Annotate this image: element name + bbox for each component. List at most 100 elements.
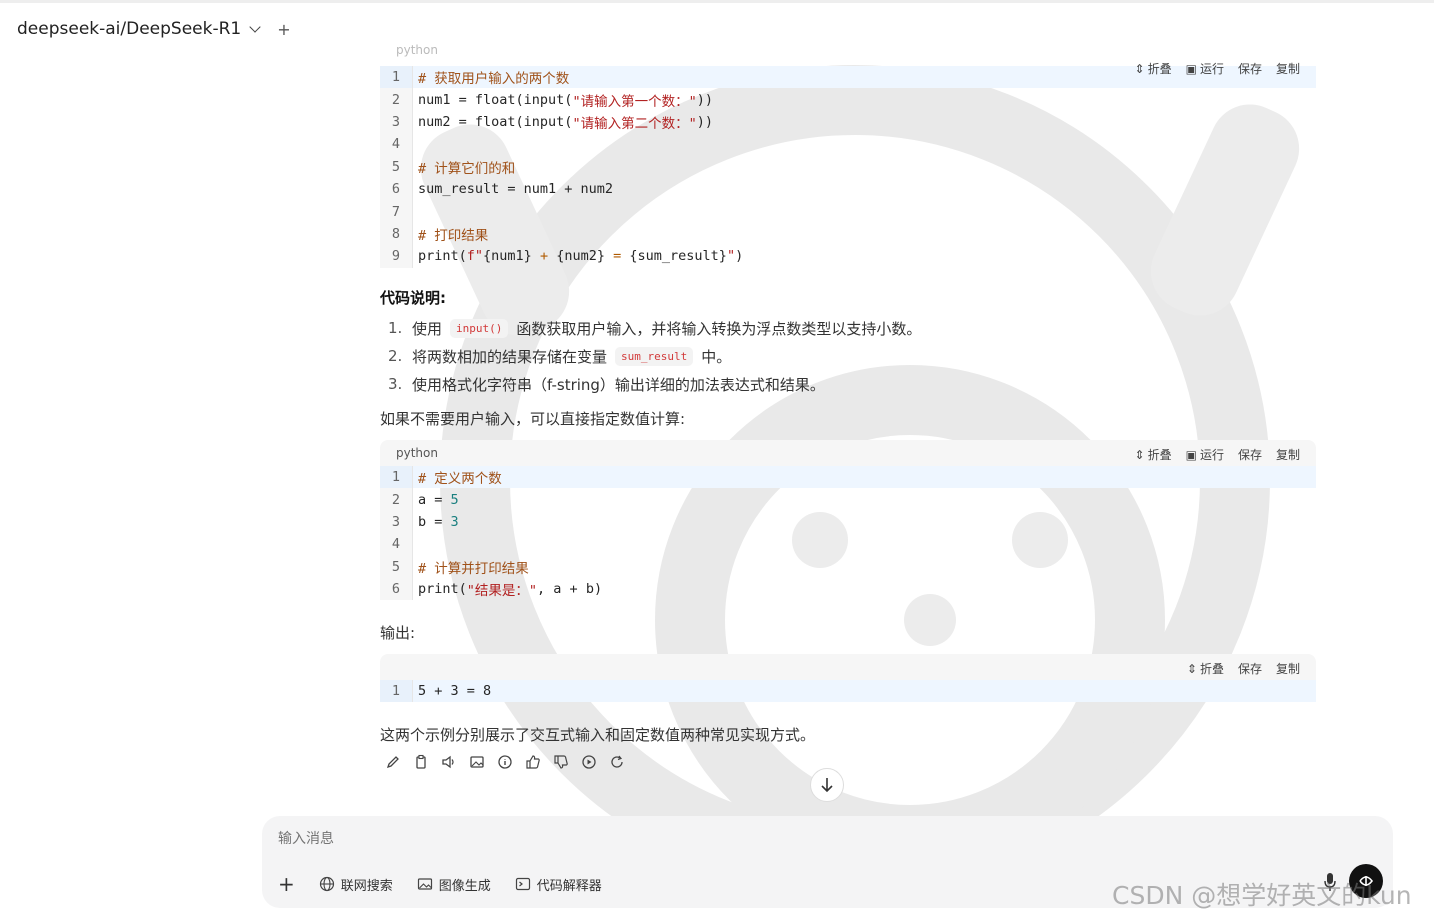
web-search-button[interactable]: 联网搜索 (319, 875, 393, 894)
copy-button[interactable]: 复制 (1276, 60, 1300, 77)
chevron-down-icon[interactable] (249, 20, 261, 33)
paragraph: 这两个示例分别展示了交互式输入和固定数值两种常见实现方式。 (380, 726, 816, 744)
code-block-header: python ⇕ 折叠 ▣ 运行 保存 复制 (380, 40, 1316, 76)
scroll-to-bottom-button[interactable] (810, 768, 844, 802)
thumbs-up-icon[interactable] (525, 754, 541, 770)
code-token: , a + b) (537, 581, 603, 598)
code-block-1: python ⇕ 折叠 ▣ 运行 保存 复制 1 # 获取用户输入的两个数 2 num1 … (380, 40, 1316, 268)
line-number: 5 (380, 155, 412, 178)
code-text: num1 = float(input("请输入第一个数：")) (412, 88, 1316, 111)
code-actions: ⇕ 折叠 保存 复制 (1187, 660, 1300, 677)
globe-icon (319, 876, 334, 892)
code-text: a = 5 (412, 488, 1316, 511)
message-input[interactable] (278, 830, 1178, 846)
line-number: 1 (380, 466, 412, 489)
code-line: 9 print(f" {num1} + {num2} = {sum_result} "… (380, 245, 1316, 268)
code-line: 5 # 计算它们的和 (380, 155, 1316, 178)
code-token: print( (418, 581, 467, 598)
speaker-icon[interactable] (441, 754, 457, 770)
fold-button[interactable]: ⇕ 折叠 (1135, 446, 1172, 463)
code-token: # 获取用户输入的两个数 (418, 71, 570, 88)
fold-button[interactable]: ⇕ 折叠 (1187, 660, 1224, 677)
terminal-icon (515, 877, 530, 891)
new-chat-plus-icon[interactable]: + (277, 20, 290, 39)
csdn-watermark: CSDN @想学好英文的kun (1112, 881, 1412, 910)
save-button[interactable]: 保存 (1238, 60, 1262, 77)
code-token: )) (696, 91, 713, 108)
code-line: 4 (380, 533, 1316, 556)
code-text: print(f" {num1} + {num2} = {sum_result} ") (412, 245, 1316, 268)
image-icon[interactable] (469, 754, 485, 770)
code-body[interactable]: 1 # 定义两个数 2 a = 53b = 3 4 5 # 计算并打印结果 6 print("结… (380, 466, 1316, 601)
image-generation-button[interactable]: 图像生成 (417, 875, 491, 894)
code-body[interactable]: 1 # 获取用户输入的两个数 2 num1 = float(input("请输入第一个… (380, 66, 1316, 268)
code-token: + (539, 248, 549, 265)
fold-button[interactable]: ⇕ 折叠 (1135, 60, 1172, 77)
line-number: 3 (380, 110, 412, 134)
code-text: sum_result = num1 + num2 (412, 177, 1316, 201)
thumbs-down-icon[interactable] (553, 754, 569, 770)
refresh-icon[interactable] (609, 754, 625, 770)
model-selector[interactable]: deepseek-ai/DeepSeek-R1 (17, 19, 241, 39)
line-number: 7 (380, 200, 412, 223)
composer-tools: + 联网搜索 图像生成 代码解释器 (278, 872, 602, 896)
fold-icon: ⇕ (1186, 661, 1197, 676)
run-button[interactable]: ▣ 运行 (1186, 446, 1224, 463)
code-actions: ⇕ 折叠 ▣ 运行 保存 复制 (1135, 60, 1300, 77)
code-token: 5 (450, 491, 459, 508)
copy-icon[interactable] (413, 754, 429, 770)
code-line: 7 (380, 200, 1316, 223)
line-number: 2 (380, 488, 412, 511)
copy-button[interactable]: 复制 (1276, 446, 1300, 463)
code-text: # 计算并打印结果 (412, 555, 1316, 578)
code-text (412, 133, 1316, 156)
code-text: b = 3 (412, 510, 1316, 534)
code-line: 3 num2 = float(input("请输入第二个数：")) (380, 110, 1316, 134)
code-block-header: ⇕ 折叠 保存 复制 (380, 654, 1316, 680)
code-interpreter-button[interactable]: 代码解释器 (515, 875, 602, 894)
paragraph: 输出: (380, 624, 416, 642)
save-button[interactable]: 保存 (1238, 660, 1262, 677)
line-number: 3 (380, 510, 412, 534)
code-line: 1 5 + 3 = 8 (380, 680, 1316, 703)
play-circle-icon[interactable] (581, 754, 597, 770)
run-icon: ▣ (1185, 447, 1197, 462)
code-token: " (726, 248, 736, 265)
code-text: # 打印结果 (412, 222, 1316, 246)
code-line: 6 sum_result = num1 + num2 (380, 177, 1316, 201)
list-item: 1. 使用 input() 函数获取用户输入，并将输入转换为浮点数类型以支持小数… (388, 318, 922, 338)
fold-icon: ⇕ (1134, 447, 1145, 462)
save-button[interactable]: 保存 (1238, 446, 1262, 463)
code-token: {sum_result} (621, 248, 727, 265)
code-actions: ⇕ 折叠 ▣ 运行 保存 复制 (1135, 446, 1300, 463)
line-number: 4 (380, 533, 412, 556)
explanation-list: 1. 使用 input() 函数获取用户输入，并将输入转换为浮点数类型以支持小数… (388, 314, 921, 398)
code-text: # 计算它们的和 (412, 155, 1316, 178)
info-icon[interactable] (497, 754, 513, 770)
line-number: 9 (380, 245, 412, 268)
code-token: f" (466, 248, 484, 265)
line-number: 6 (380, 577, 412, 601)
line-number: 6 (380, 177, 412, 201)
copy-button[interactable]: 复制 (1276, 660, 1300, 677)
edit-icon[interactable] (385, 754, 401, 770)
code-token: {num2} (548, 248, 614, 265)
arrow-down-icon (821, 778, 833, 793)
inline-code: sum_result (615, 346, 694, 366)
line-number: 4 (380, 133, 412, 156)
line-number: 5 (380, 555, 412, 578)
code-line: 4 (380, 133, 1316, 156)
code-body[interactable]: 1 5 + 3 = 8 (380, 680, 1316, 703)
code-line: 5 # 计算并打印结果 (380, 555, 1316, 578)
inline-code: input() (450, 318, 509, 338)
code-line: 1 # 定义两个数 (380, 466, 1316, 489)
code-token: "结果是：" (466, 583, 538, 600)
code-token: "请输入第一个数：" (572, 93, 697, 110)
fold-icon: ⇕ (1134, 61, 1145, 76)
chat-header: deepseek-ai/DeepSeek-R1 + (17, 18, 291, 40)
code-language: python (396, 43, 438, 57)
add-attachment-icon[interactable]: + (278, 872, 295, 896)
run-button[interactable]: ▣ 运行 (1186, 60, 1224, 77)
code-text: num2 = float(input("请输入第二个数：")) (412, 110, 1316, 134)
line-number: 1 (380, 680, 412, 703)
